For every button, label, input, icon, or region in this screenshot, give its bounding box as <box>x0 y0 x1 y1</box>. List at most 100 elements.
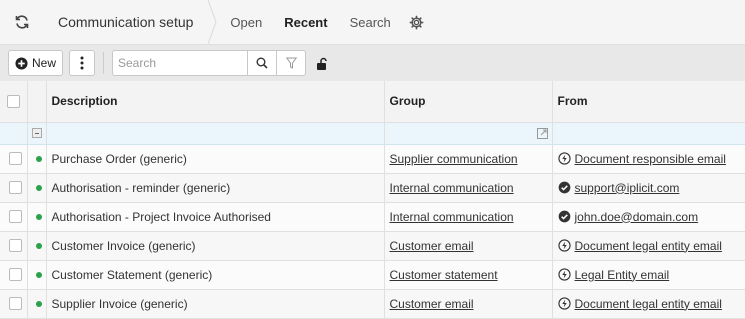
select-all-checkbox[interactable] <box>6 94 20 108</box>
status-cell <box>27 289 47 319</box>
more-options-button[interactable] <box>69 50 95 76</box>
column-header-group[interactable]: Group <box>384 81 553 123</box>
plus-circle-icon <box>15 56 28 70</box>
active-status-dot <box>36 213 42 220</box>
row-select-cell <box>0 231 28 261</box>
select-all-header <box>0 81 28 123</box>
active-status-dot <box>36 184 42 191</box>
new-button[interactable]: New <box>8 50 63 76</box>
active-status-dot <box>36 300 42 307</box>
filter-icon <box>285 57 297 69</box>
group-cell: Internal communication <box>384 202 553 232</box>
tab-open[interactable]: Open <box>219 0 273 44</box>
from-link[interactable]: john.doe@domain.com <box>575 210 699 224</box>
row-select-cell <box>0 289 28 319</box>
group-link[interactable]: Internal communication <box>390 181 514 195</box>
row-checkbox[interactable] <box>9 152 23 165</box>
lightning-icon <box>557 268 571 281</box>
group-link[interactable]: Internal communication <box>390 210 514 224</box>
description-cell[interactable]: Purchase Order (generic) <box>46 144 385 174</box>
search-button[interactable] <box>247 50 277 76</box>
from-cell: Document legal entity email <box>552 289 745 319</box>
active-status-dot <box>36 155 42 162</box>
breadcrumb-separator <box>207 0 219 44</box>
table-row[interactable]: Authorisation - Project Invoice Authoris… <box>0 202 745 232</box>
filter-cell-description[interactable] <box>46 122 385 145</box>
column-header-description[interactable]: Description <box>46 81 385 123</box>
check-circle-icon <box>558 181 570 194</box>
group-link[interactable]: Supplier communication <box>390 152 518 166</box>
lightning-icon <box>557 152 571 165</box>
group-link[interactable]: Customer statement <box>390 268 498 282</box>
status-cell <box>27 231 47 261</box>
group-link[interactable]: Customer email <box>390 239 474 253</box>
from-cell: support@iplicit.com <box>552 173 745 203</box>
status-cell <box>27 260 47 290</box>
filter-cell-status[interactable] <box>27 122 47 145</box>
from-link[interactable]: Document legal entity email <box>575 297 722 311</box>
table-row[interactable]: Purchase Order (generic) Supplier communi… <box>0 144 745 174</box>
row-checkbox[interactable] <box>9 239 23 252</box>
toolbar: New <box>0 44 745 81</box>
from-link[interactable]: Document responsible email <box>575 152 726 166</box>
description-cell[interactable]: Authorisation - Project Invoice Authoris… <box>46 202 385 232</box>
filter-cell-group[interactable] <box>384 122 553 145</box>
row-select-cell <box>0 202 28 232</box>
filter-row <box>0 122 745 145</box>
check-circle-icon <box>558 210 570 223</box>
refresh-icon[interactable] <box>0 0 44 44</box>
description-cell[interactable]: Supplier Invoice (generic) <box>46 289 385 319</box>
row-checkbox[interactable] <box>9 268 23 281</box>
from-link[interactable]: Legal Entity email <box>575 268 670 282</box>
row-checkbox[interactable] <box>9 297 23 310</box>
toolbar-divider <box>103 52 104 74</box>
top-bar: Communication setup Open Recent Search <box>0 0 745 44</box>
from-link[interactable]: support@iplicit.com <box>575 181 680 195</box>
from-link[interactable]: Document legal entity email <box>575 239 722 253</box>
row-select-cell <box>0 144 28 174</box>
row-checkbox[interactable] <box>9 210 23 223</box>
new-button-label: New <box>31 56 56 70</box>
status-cell <box>27 202 47 232</box>
from-cell: john.doe@domain.com <box>552 202 745 232</box>
vertical-dots-icon <box>80 56 84 70</box>
filter-toggle-icon[interactable] <box>31 128 42 138</box>
lightning-icon <box>557 239 571 252</box>
tab-recent[interactable]: Recent <box>273 0 338 44</box>
description-cell[interactable]: Customer Statement (generic) <box>46 260 385 290</box>
row-select-cell <box>0 260 28 290</box>
row-checkbox[interactable] <box>9 181 23 194</box>
active-status-dot <box>36 271 42 278</box>
expand-icon[interactable] <box>536 127 548 139</box>
table-row[interactable]: Supplier Invoice (generic) Customer email… <box>0 289 745 319</box>
from-cell: Legal Entity email <box>552 260 745 290</box>
search-input[interactable] <box>112 50 248 76</box>
column-header-from[interactable]: From <box>552 81 745 123</box>
group-link[interactable]: Customer email <box>390 297 474 311</box>
status-cell <box>27 144 47 174</box>
group-cell: Internal communication <box>384 173 553 203</box>
filter-cell-select <box>0 122 28 145</box>
lightning-icon <box>557 297 571 310</box>
group-cell: Supplier communication <box>384 144 553 174</box>
page-title: Communication setup <box>58 14 194 30</box>
active-status-dot <box>36 242 42 249</box>
description-cell[interactable]: Customer Invoice (generic) <box>46 231 385 261</box>
description-cell[interactable]: Authorisation - reminder (generic) <box>46 173 385 203</box>
filter-button[interactable] <box>276 50 306 76</box>
group-cell: Customer email <box>384 231 553 261</box>
data-grid: Description Group From Purchase Order (g… <box>0 81 745 319</box>
status-header <box>27 81 47 123</box>
group-cell: Customer statement <box>384 260 553 290</box>
group-cell: Customer email <box>384 289 553 319</box>
unlock-icon[interactable] <box>308 50 334 76</box>
table-row[interactable]: Customer Statement (generic) Customer sta… <box>0 260 745 290</box>
search-icon <box>256 57 268 69</box>
status-cell <box>27 173 47 203</box>
gear-icon[interactable] <box>402 0 432 44</box>
tab-search[interactable]: Search <box>339 0 402 44</box>
table-row[interactable]: Customer Invoice (generic) Customer email… <box>0 231 745 261</box>
row-select-cell <box>0 173 28 203</box>
filter-cell-from[interactable] <box>552 122 745 145</box>
table-row[interactable]: Authorisation - reminder (generic) Intern… <box>0 173 745 203</box>
